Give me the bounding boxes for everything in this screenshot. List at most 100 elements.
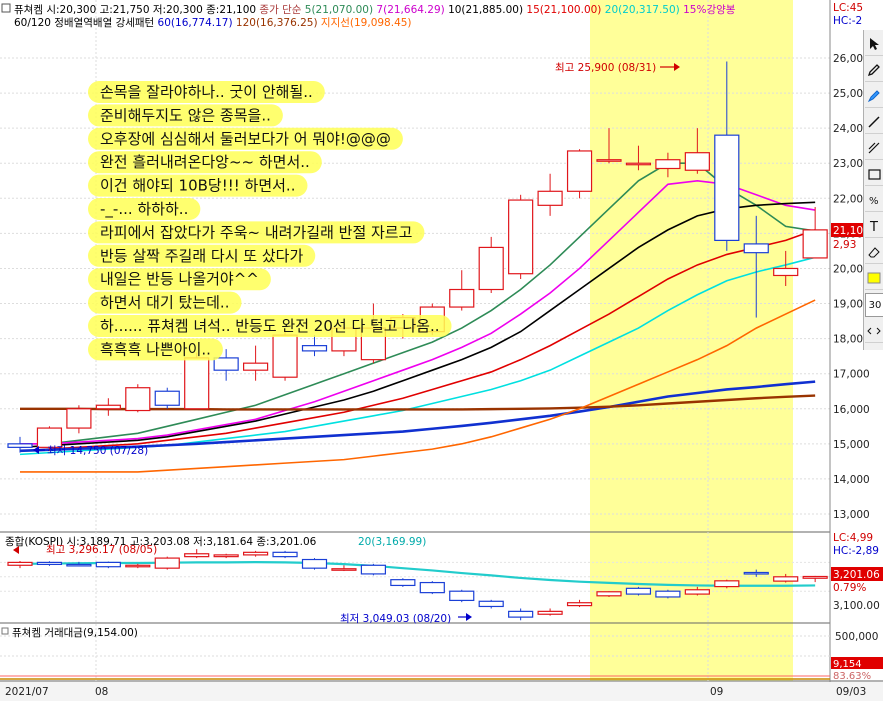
memo-line: 준비해두지도 않은 종목을.. — [100, 106, 271, 124]
lc-label: LC:45 — [833, 2, 863, 14]
kospi-candle — [125, 564, 151, 568]
kospi-candle — [625, 587, 652, 595]
kospi-candle — [802, 575, 828, 579]
current-price-label: 21,10 — [833, 225, 863, 237]
kospi-candle — [449, 590, 475, 602]
header-item: 60(16,774.17) — [154, 17, 232, 29]
header-item: 120(16,376.25) — [233, 17, 318, 29]
kospi-candle — [213, 554, 239, 558]
kospi-lc: LC:4,99 — [833, 532, 873, 544]
price-candle — [301, 345, 328, 352]
price-candle — [95, 404, 121, 410]
header-item: 지지선(19,098.45) — [318, 17, 412, 29]
price-candle — [449, 288, 475, 308]
header-item: 60/120 정배열역배열 강세패턴 — [14, 17, 154, 29]
kospi-ma-label: 20(3,169.99) — [358, 536, 426, 548]
kospi-candle — [331, 568, 357, 571]
svg-text:최저 3,049.03 (08/20): 최저 3,049.03 (08/20) — [340, 613, 451, 625]
eraser-icon[interactable] — [865, 241, 883, 264]
rectangle-icon[interactable] — [865, 163, 883, 186]
hc-label: HC:-2 — [833, 15, 862, 27]
svg-text:%: % — [869, 196, 879, 207]
kospi-candle — [301, 558, 328, 569]
memo-line: 반등 살짝 주길래 다시 또 샀다가 — [100, 247, 303, 265]
volume-header: 퓨쳐켐 거래대금(9,154.00) — [12, 627, 138, 639]
kospi-candle — [478, 600, 504, 608]
memo-line: 오후장에 심심해서 둘러보다가 어 뭐야!@@@ — [100, 130, 391, 148]
color-swatch[interactable] — [865, 267, 883, 290]
price-candle — [773, 267, 799, 277]
kospi-candle — [7, 561, 33, 566]
price-tick: 17,000 — [833, 369, 870, 381]
memo-line: 하면서 대기 탔는데.. — [100, 294, 229, 312]
price-candle — [537, 190, 563, 206]
price-candle — [213, 357, 239, 371]
date-aug: 08 — [95, 686, 108, 698]
kospi-candle — [508, 610, 534, 618]
memo-line: -_-... 하하하.. — [100, 200, 188, 219]
kospi-candle — [714, 580, 740, 588]
svg-text:T: T — [869, 220, 878, 234]
memo-line: 하...... 퓨쳐켐 녀석.. 반등도 완전 20선 다 털고 나옴.. — [100, 317, 440, 335]
cursor-icon[interactable] — [865, 33, 883, 56]
price-candle — [7, 443, 33, 448]
kospi-candle — [684, 589, 710, 595]
memo-line: 손목을 잘라야하나.. 굿이 안해될.. — [100, 83, 313, 101]
chart-window: 손목을 잘라야하나.. 굿이 안해될.. 준비해두지도 않은 종목을.. 오후장에 … — [0, 0, 883, 701]
price-candle — [743, 243, 769, 254]
kospi-candle — [95, 561, 121, 568]
memo-line: 흑흑흑 나쁜아이.. — [100, 340, 211, 358]
text-icon[interactable]: T — [865, 215, 883, 238]
header-item: 10(21,885.00) — [445, 4, 523, 16]
memo-line: 이건 해야되 10B당!!! 하면서.. — [100, 177, 295, 195]
thickness-box[interactable]: 30 — [865, 293, 883, 317]
price-candle — [154, 390, 180, 406]
date-sep: 09 — [710, 686, 723, 698]
volume-pct: 83.63% — [833, 671, 871, 682]
volume-current: 9,154 — [833, 659, 862, 670]
header-item: 5(21,070.00) — [301, 4, 373, 16]
kospi-candle — [36, 561, 63, 566]
expand-icon[interactable] — [865, 320, 883, 343]
price-candle — [566, 150, 593, 192]
kospi-candle — [184, 553, 210, 558]
price-tick: 14,000 — [833, 474, 870, 486]
volume-tick: 500,000 — [835, 631, 878, 643]
fibonacci-icon[interactable]: % — [865, 189, 883, 212]
kospi-candle — [596, 591, 622, 597]
header-item: 7(21,664.29) — [373, 4, 445, 16]
kospi-change: 0.79% — [833, 582, 866, 594]
kospi-candle — [566, 602, 593, 607]
kospi-candle — [360, 564, 386, 575]
price-candle — [625, 162, 652, 166]
header-item: 15(21,100.00) — [523, 4, 601, 16]
pencil-icon[interactable] — [865, 59, 883, 82]
header-item: 15%강양봉 — [680, 4, 736, 16]
ray-icon[interactable] — [865, 137, 883, 160]
kospi-candle — [154, 557, 180, 569]
price-tick: 15,000 — [833, 439, 870, 451]
line-icon[interactable] — [865, 111, 883, 134]
kospi-candle — [419, 581, 445, 594]
date-start: 2021/07 — [5, 686, 49, 698]
memo-line: 완전 흘러내려온다앙~~ 하면서.. — [100, 153, 310, 171]
price-candle — [714, 134, 740, 242]
header-item: 퓨쳐켐 시:20,300 고:21,750 저:20,300 종:21,100 — [14, 4, 256, 16]
memo-line: 라피에서 잡았다가 주욱~ 내려가길래 반절 자르고 — [100, 223, 412, 241]
highlighter-icon[interactable] — [865, 85, 883, 108]
price-candle — [184, 357, 210, 410]
kospi-candle — [272, 551, 298, 558]
collapse-icon[interactable] — [1, 3, 11, 13]
price-candle — [272, 334, 298, 378]
header-item: 20(20,317.50) — [601, 4, 679, 16]
kospi-candle — [243, 551, 269, 556]
header-item: 종가 단순 — [256, 4, 302, 16]
svg-text:퓨쳐켐 시:20,300 고:21,750 저:20,300: 퓨쳐켐 시:20,300 고:21,750 저:20,300 종:21,100 … — [14, 4, 736, 16]
low-annotation: 최저 14,750 (07/28) — [33, 445, 148, 457]
low-label: 최저 14,750 (07/28) — [47, 445, 148, 457]
price-candle — [125, 387, 151, 412]
svg-text:60/120 정배열역배열 강세패턴 60(16,774.: 60/120 정배열역배열 강세패턴 60(16,774.17) 120(16,… — [14, 17, 412, 29]
price-candle — [478, 246, 504, 291]
kospi-candle — [390, 579, 416, 587]
price-candle — [596, 159, 622, 162]
